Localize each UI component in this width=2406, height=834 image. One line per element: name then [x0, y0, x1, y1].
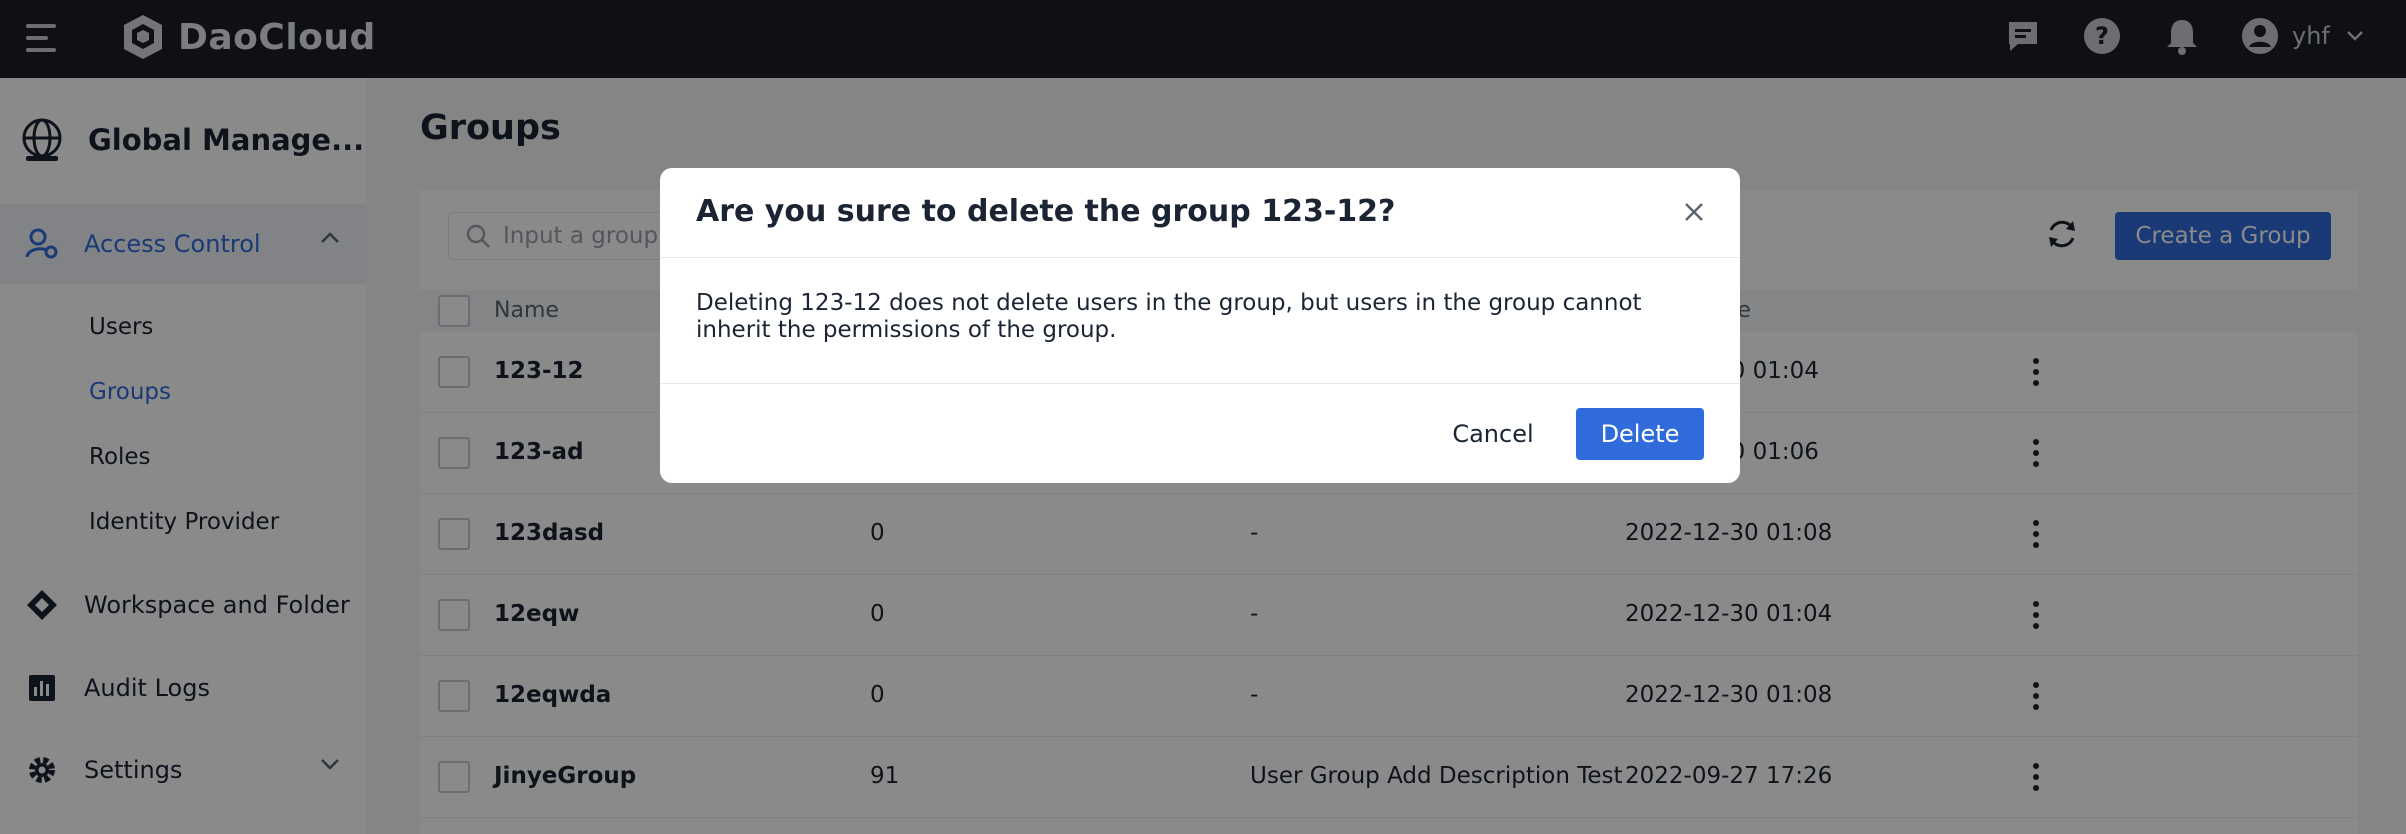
delete-group-dialog: Are you sure to delete the group 123-12?… — [660, 168, 1740, 483]
dialog-header: Are you sure to delete the group 123-12? — [660, 168, 1740, 258]
dialog-message: Deleting 123-12 does not delete users in… — [696, 290, 1642, 343]
dialog-footer: Cancel Delete — [660, 383, 1740, 483]
delete-button[interactable]: Delete — [1576, 408, 1704, 460]
dialog-title: Are you sure to delete the group 123-12? — [696, 194, 1396, 229]
close-icon[interactable] — [1678, 196, 1710, 228]
cancel-button[interactable]: Cancel — [1438, 408, 1548, 460]
